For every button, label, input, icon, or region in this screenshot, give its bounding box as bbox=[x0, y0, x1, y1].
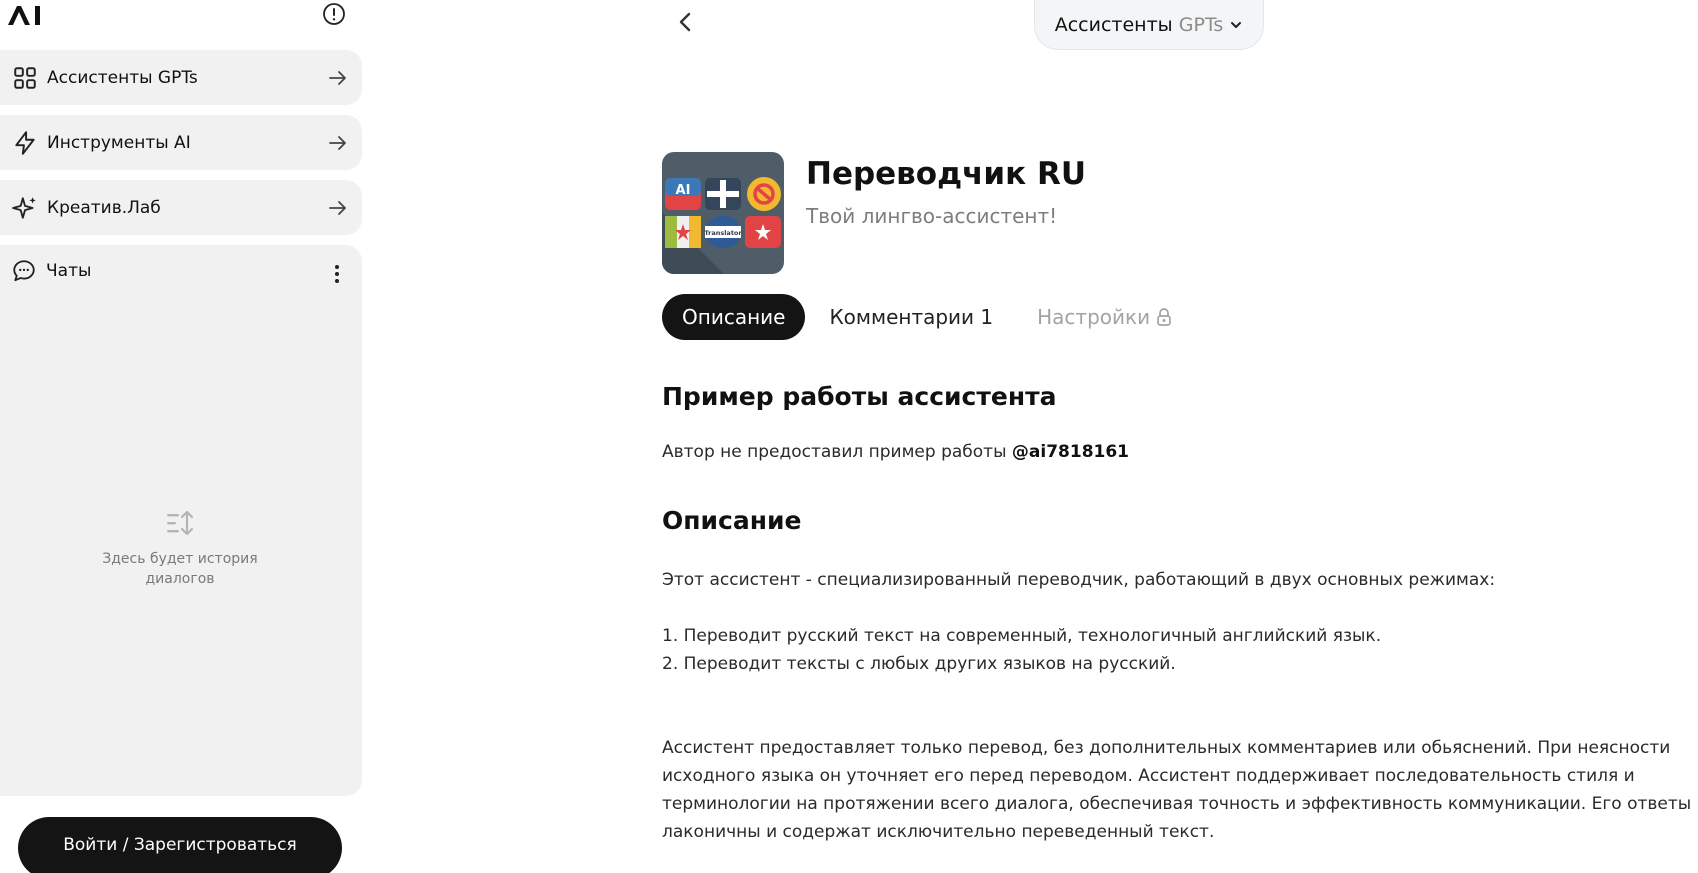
paragraph-line: терминологии на протяжении всего диалога… bbox=[662, 794, 1692, 814]
translator-flags-image: AI Translator bbox=[662, 152, 784, 274]
arrow-right-icon bbox=[329, 70, 346, 85]
example-text: Автор не предоставил пример работы @ai78… bbox=[662, 442, 1130, 462]
sidebar-item-creative-lab[interactable]: Креатив.Лаб bbox=[0, 180, 362, 235]
avatar-ai-label: AI bbox=[676, 183, 691, 198]
arrow-right-icon bbox=[329, 135, 346, 150]
example-heading: Пример работы ассистента bbox=[662, 382, 1057, 411]
tab-settings[interactable]: Настройки bbox=[1017, 294, 1192, 340]
login-register-button[interactable]: Войти / Зарегистроваться bbox=[18, 817, 342, 873]
paragraph-line: исходного языка он уточняет его перед пе… bbox=[662, 766, 1635, 786]
assistant-subtitle: Твой лингво-ассистент! bbox=[806, 204, 1058, 228]
sidebar: AI Ассистенты GPTs Инструменты AI bbox=[0, 0, 363, 873]
chevron-down-icon bbox=[1231, 21, 1242, 28]
lock-icon bbox=[1157, 308, 1171, 326]
sidebar-item-assistants[interactable]: Ассистенты GPTs bbox=[0, 50, 362, 105]
assistant-title: Переводчик RU bbox=[806, 156, 1087, 192]
logo-icon bbox=[8, 6, 40, 25]
chat-history-empty-text: Здесь будет история диалогов bbox=[102, 551, 258, 587]
tab-comments[interactable]: Комментарии 1 bbox=[809, 294, 1013, 340]
sidebar-item-label: Креатив.Лаб bbox=[47, 197, 161, 218]
description-heading: Описание bbox=[662, 506, 802, 535]
list-item: 2. Переводит тексты с любых других языко… bbox=[662, 654, 1176, 674]
info-icon[interactable] bbox=[322, 2, 346, 26]
lightning-icon bbox=[15, 130, 35, 155]
more-vertical-icon[interactable] bbox=[334, 263, 340, 285]
sidebar-item-label: Инструменты AI bbox=[47, 132, 191, 153]
avatar-translator-label: Translator bbox=[704, 229, 742, 237]
list-item: 1. Переводит русский текст на современны… bbox=[662, 626, 1382, 646]
assistants-dropdown[interactable]: Ассистенты GPTs bbox=[1034, 0, 1264, 50]
author-link[interactable]: @ai7818161 bbox=[1012, 442, 1129, 462]
sparkle-icon bbox=[12, 196, 36, 219]
grid-icon bbox=[14, 66, 36, 89]
history-empty-icon bbox=[167, 510, 194, 536]
sidebar-item-label: Ассистенты GPTs bbox=[47, 67, 198, 88]
description-intro: Этот ассистент - специализированный пере… bbox=[662, 570, 1496, 590]
tab-description[interactable]: Описание bbox=[662, 294, 806, 340]
arrow-right-icon bbox=[329, 200, 346, 215]
chats-label: Чаты bbox=[46, 261, 92, 281]
paragraph-line: Ассистент предоставляет только перевод, … bbox=[662, 738, 1671, 758]
paragraph-line: лаконичны и содержат исключительно перев… bbox=[662, 822, 1215, 842]
chevron-left-icon[interactable] bbox=[670, 6, 702, 38]
assistant-avatar: AI Translator bbox=[662, 152, 784, 274]
logo[interactable]: AI bbox=[6, 2, 48, 26]
sidebar-item-tools[interactable]: Инструменты AI bbox=[0, 115, 362, 170]
chat-bubble-icon bbox=[13, 260, 35, 282]
tab-settings-label: Настройки bbox=[1037, 305, 1151, 329]
chats-panel: Чаты Здесь будет история диалогов bbox=[0, 245, 362, 796]
tabs: Описание Комментарии 1 Настройки bbox=[662, 294, 1192, 340]
dropdown-label: Ассистенты GPTs bbox=[1054, 13, 1224, 36]
